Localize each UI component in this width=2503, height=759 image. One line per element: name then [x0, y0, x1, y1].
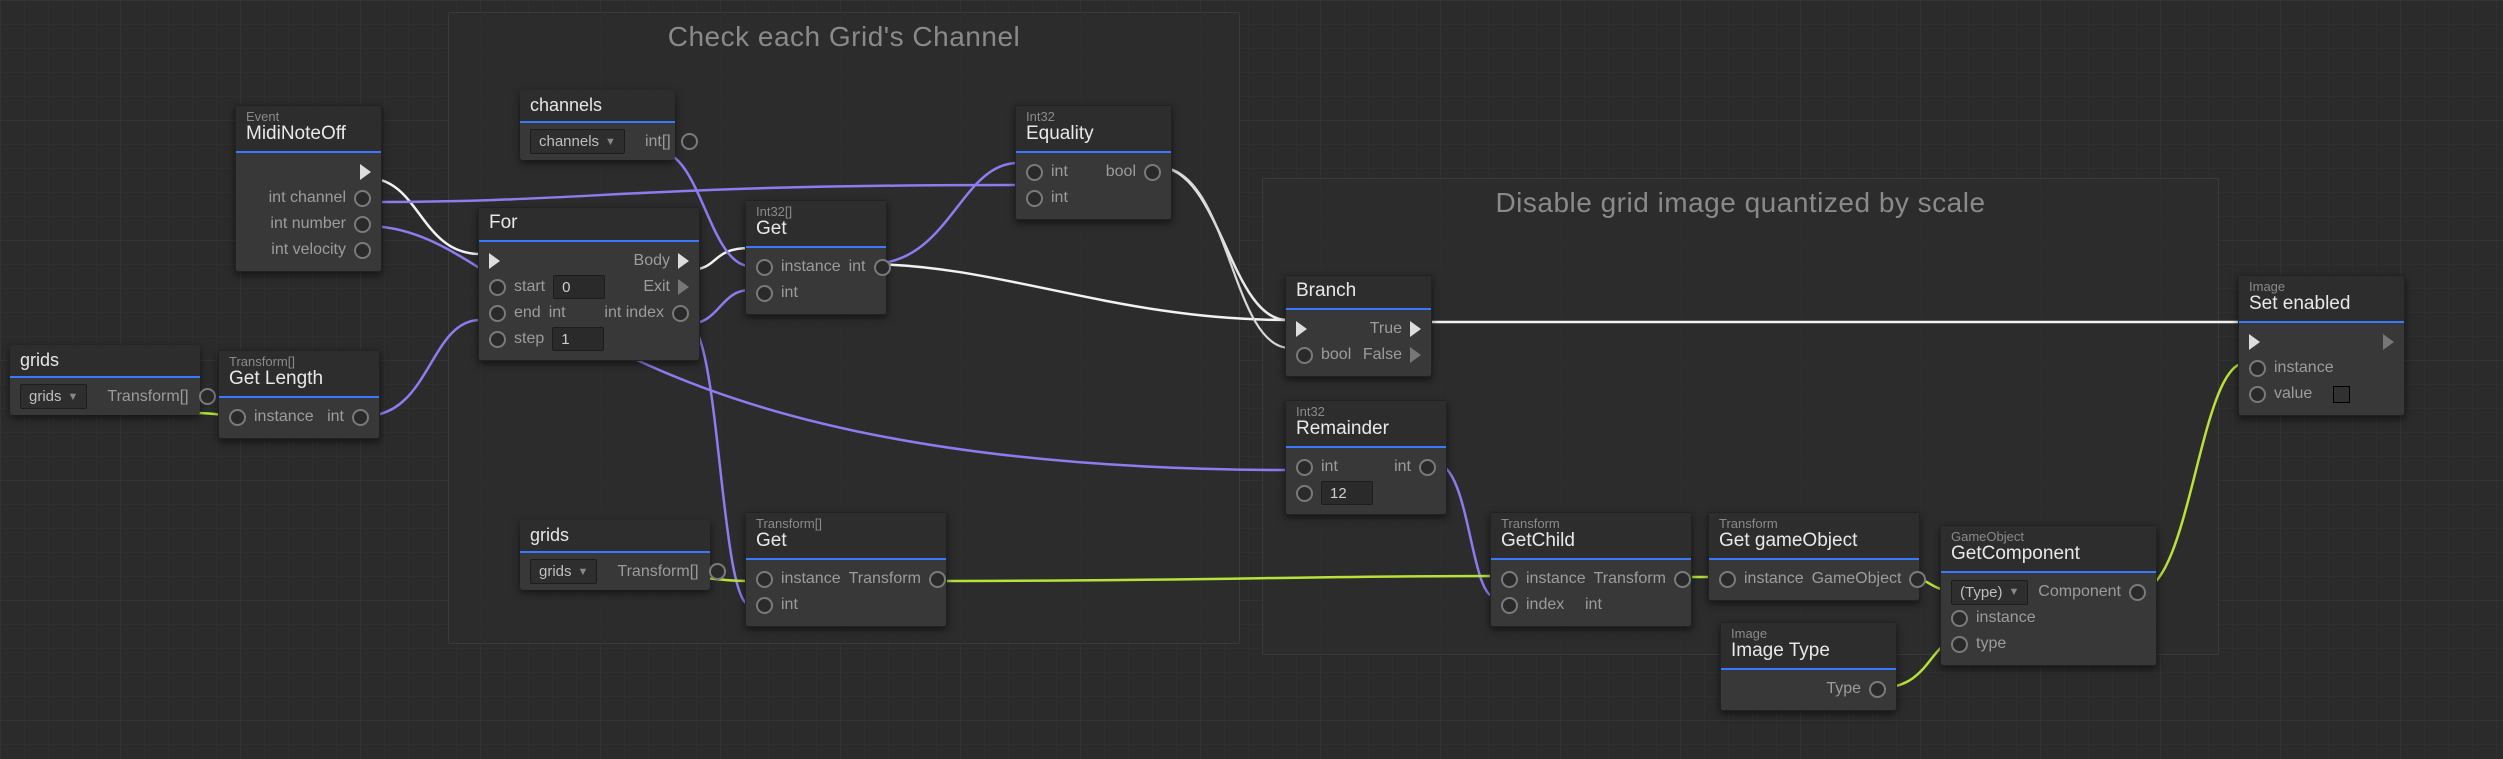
port-in[interactable]: [1501, 597, 1518, 614]
port-out[interactable]: [681, 133, 698, 150]
port-in[interactable]: [1951, 610, 1968, 627]
port-out[interactable]: [1144, 164, 1161, 181]
node-get-gameobject[interactable]: Transform Get gameObject instance GameOb…: [1708, 512, 1920, 601]
exec-out-icon[interactable]: [360, 164, 371, 180]
port-out[interactable]: [672, 305, 689, 322]
port-in[interactable]: [1296, 347, 1313, 364]
port-in[interactable]: [756, 259, 773, 276]
exec-out-icon[interactable]: [1410, 347, 1421, 363]
port-out[interactable]: [354, 242, 371, 259]
port-in[interactable]: [756, 285, 773, 302]
port-out[interactable]: [2129, 584, 2146, 601]
exec-in-icon[interactable]: [2249, 334, 2260, 350]
port-out[interactable]: [352, 409, 369, 426]
field-remainder[interactable]: 12: [1321, 481, 1373, 505]
field-step[interactable]: 1: [552, 327, 604, 351]
port-in[interactable]: [756, 571, 773, 588]
port-out[interactable]: [354, 216, 371, 233]
port-in[interactable]: [1296, 459, 1313, 476]
node-branch[interactable]: Branch True bool False: [1285, 275, 1432, 377]
port-in[interactable]: [1026, 190, 1043, 207]
port-out[interactable]: [1419, 459, 1436, 476]
port-in[interactable]: [2249, 386, 2266, 403]
port-out[interactable]: [1674, 571, 1691, 588]
node-get-length[interactable]: Transform[] Get Length instance int: [218, 350, 380, 439]
group-title: Disable grid image quantized by scale: [1263, 179, 2218, 223]
exec-in-icon[interactable]: [489, 253, 500, 269]
port-in[interactable]: [2249, 360, 2266, 377]
port-in[interactable]: [489, 331, 506, 348]
checkbox-value[interactable]: [2333, 386, 2350, 403]
node-get-child[interactable]: Transform GetChild instance Transform in…: [1490, 512, 1692, 627]
port-out[interactable]: [199, 388, 216, 405]
dropdown-grids[interactable]: grids▼: [20, 384, 87, 409]
dropdown-grids[interactable]: grids▼: [530, 559, 597, 584]
node-get-int[interactable]: Int32[] Get instance int int: [745, 200, 887, 315]
group-title: Check each Grid's Channel: [449, 13, 1239, 57]
node-get-component[interactable]: GameObject GetComponent (Type)▼ Componen…: [1940, 525, 2157, 666]
port-in[interactable]: [489, 279, 506, 296]
node-equality[interactable]: Int32 Equality int bool int: [1015, 105, 1172, 220]
port-in[interactable]: [1026, 164, 1043, 181]
dropdown-type[interactable]: (Type)▼: [1951, 580, 2028, 605]
node-remainder[interactable]: Int32 Remainder int int 12: [1285, 400, 1447, 515]
port-out[interactable]: [874, 259, 891, 276]
exec-out-icon[interactable]: [1410, 321, 1421, 337]
node-grids-var-2[interactable]: grids grids▼ Transform[]: [520, 520, 710, 590]
node-for[interactable]: For Body start0 Exit endint int index st…: [478, 207, 700, 361]
port-in[interactable]: [1719, 571, 1736, 588]
exec-in-icon[interactable]: [1296, 321, 1307, 337]
port-out[interactable]: [1909, 571, 1926, 588]
port-out[interactable]: [354, 190, 371, 207]
exec-out-icon[interactable]: [678, 253, 689, 269]
field-start[interactable]: 0: [553, 275, 605, 299]
port-in[interactable]: [1296, 485, 1313, 502]
node-get-transform[interactable]: Transform[] Get instance Transform int: [745, 512, 947, 627]
dropdown-channels[interactable]: channels▼: [530, 129, 625, 154]
port-in[interactable]: [1951, 636, 1968, 653]
node-set-enabled[interactable]: Image Set enabled instance value: [2238, 275, 2405, 416]
port-in[interactable]: [756, 597, 773, 614]
node-grids-var[interactable]: grids grids▼ Transform[]: [10, 345, 200, 415]
port-in[interactable]: [229, 409, 246, 426]
port-out[interactable]: [929, 571, 946, 588]
port-out[interactable]: [1869, 681, 1886, 698]
port-in[interactable]: [489, 305, 506, 322]
node-midi-note-off[interactable]: Event MidiNoteOff int channel int number…: [235, 105, 382, 272]
port-out[interactable]: [709, 563, 726, 580]
exec-out-icon[interactable]: [2383, 334, 2394, 350]
node-image-type[interactable]: Image Image Type Type: [1720, 622, 1897, 711]
exec-out-icon[interactable]: [678, 279, 689, 295]
port-in[interactable]: [1501, 571, 1518, 588]
node-channels-var[interactable]: channels channels▼ int[]: [520, 90, 675, 160]
